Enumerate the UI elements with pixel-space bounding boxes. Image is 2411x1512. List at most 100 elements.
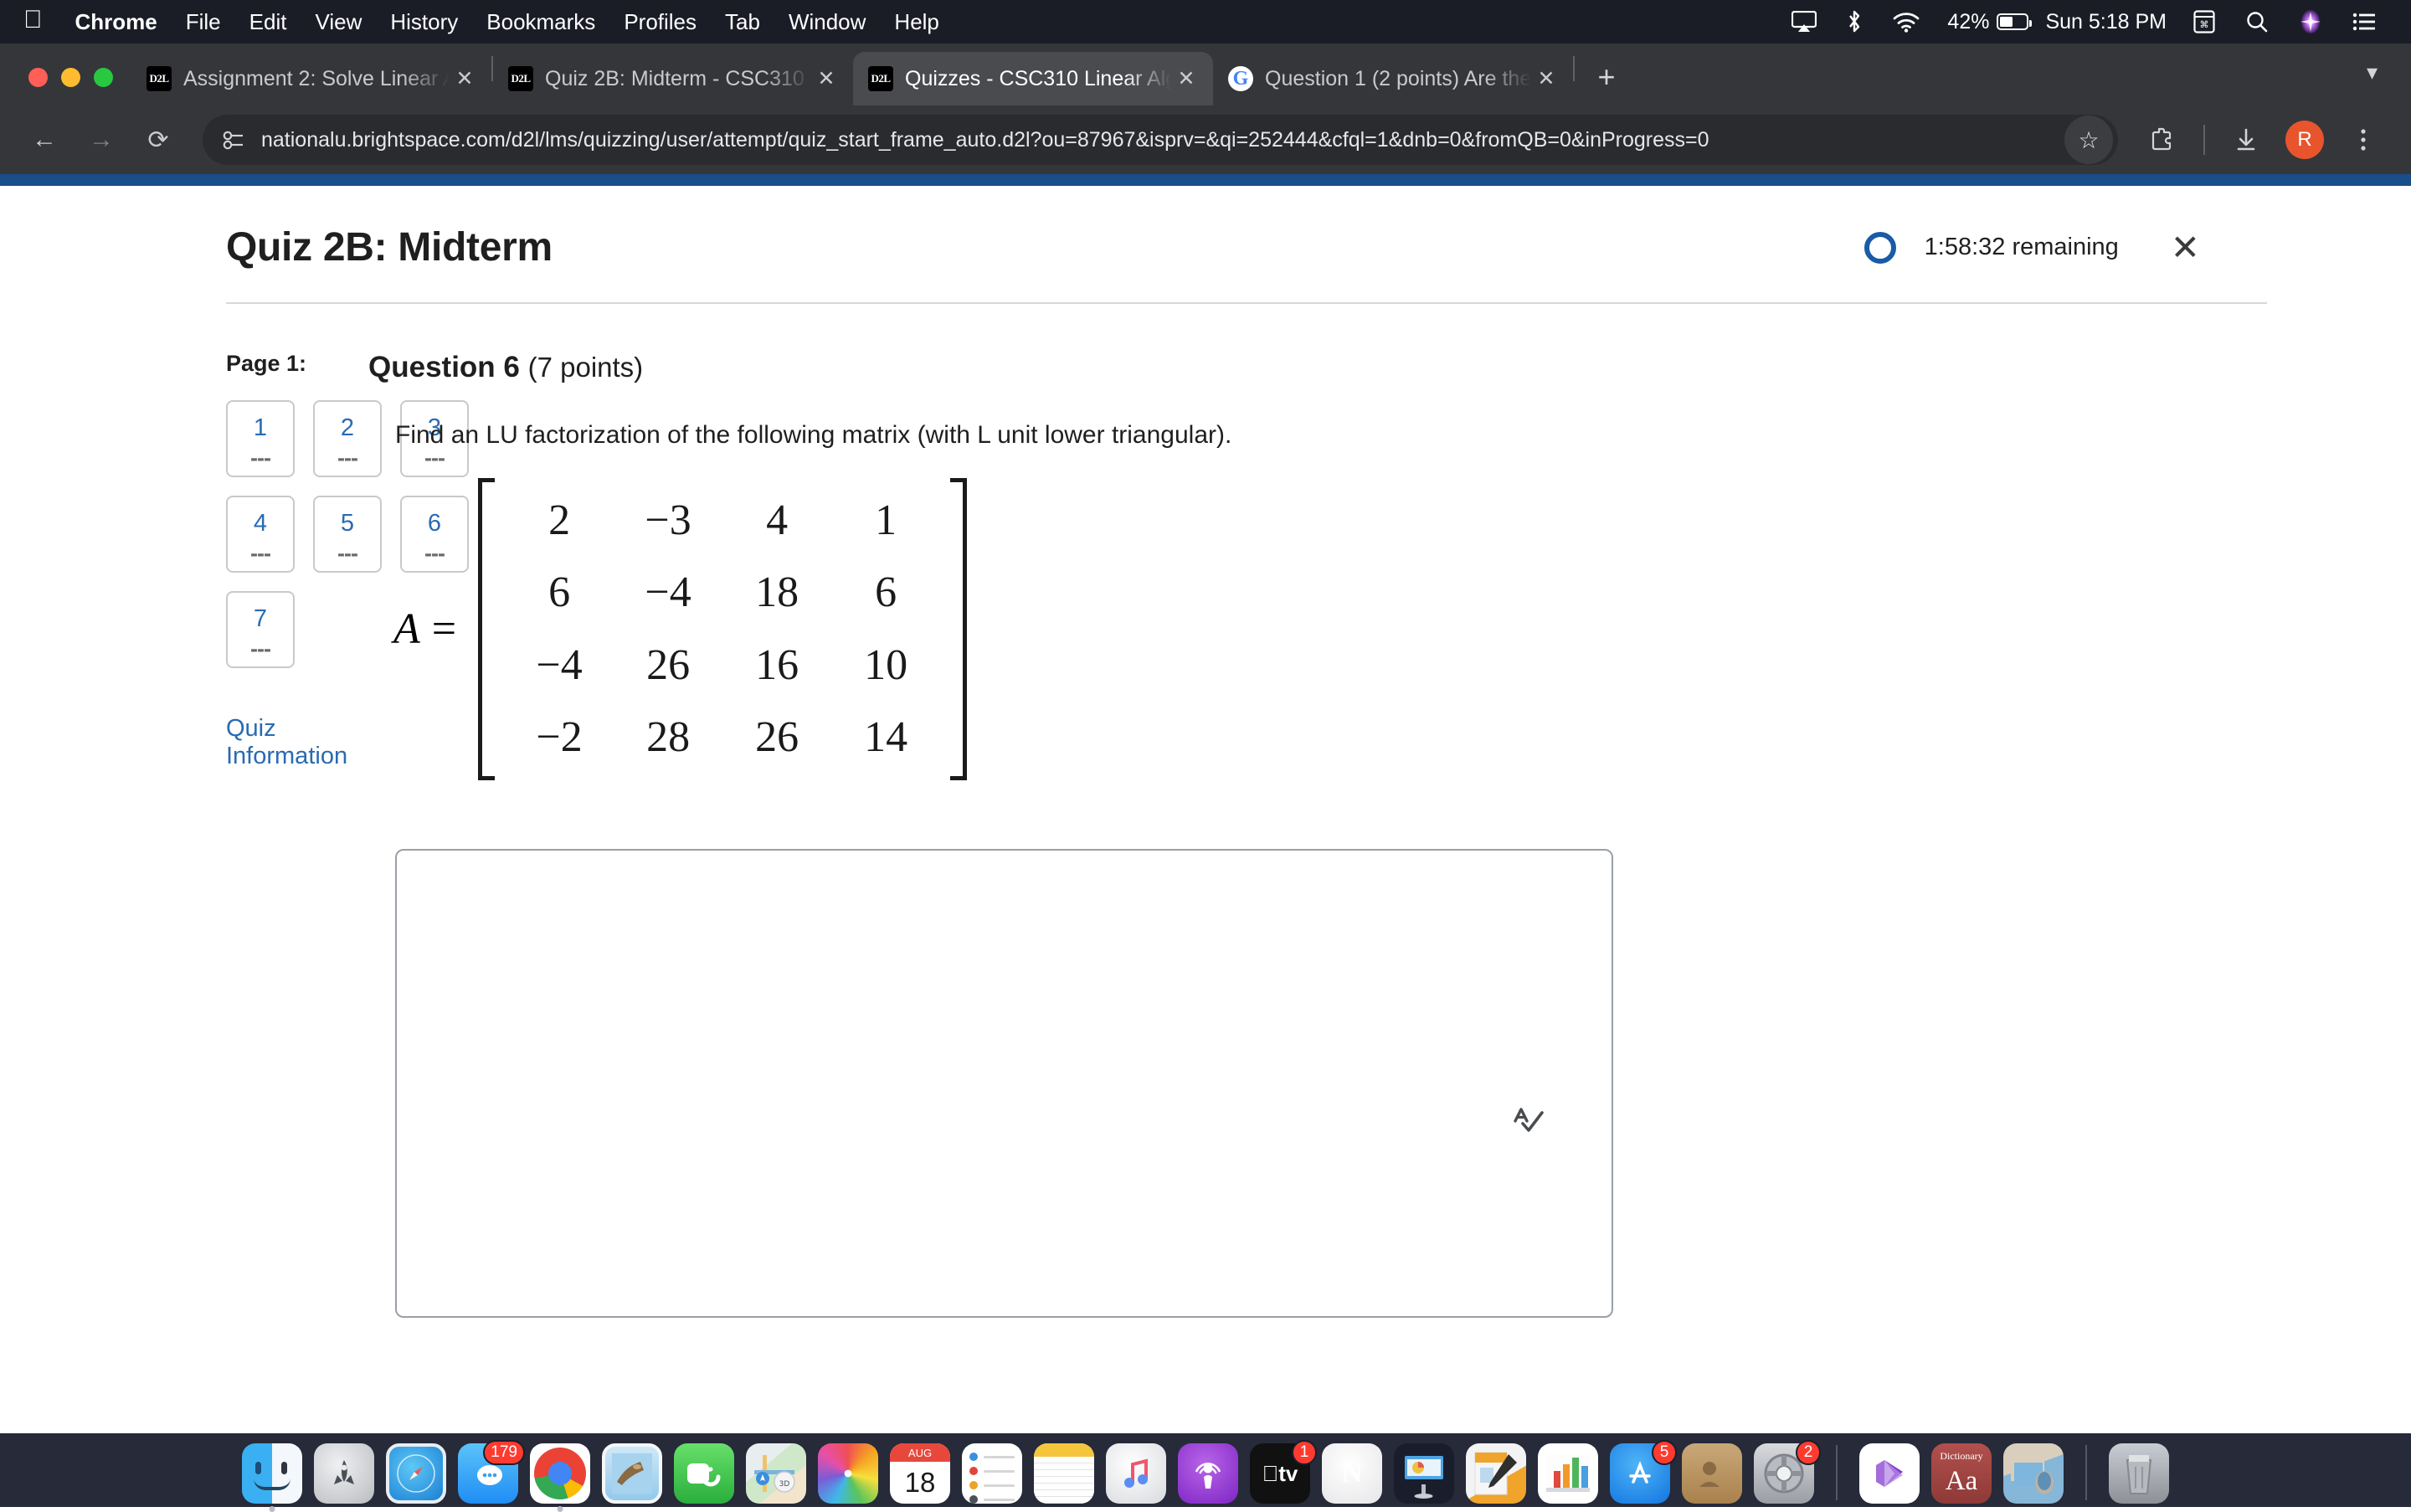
- dock-item-messages[interactable]: 179: [458, 1443, 518, 1504]
- d2l-icon: D2L: [147, 66, 172, 91]
- battery-percent-label: 42%: [1947, 10, 1989, 34]
- visual-studio-icon: [1859, 1443, 1920, 1504]
- badge-count: 179: [483, 1440, 525, 1465]
- dock-items: 179 3D AUG 18: [242, 1443, 2169, 1504]
- notifications-list-icon[interactable]: [2337, 13, 2391, 31]
- menu-bar-status-items: 42% Sun 5:18 PM ⌘: [1776, 9, 2411, 34]
- tab-close-button[interactable]: ✕: [1171, 64, 1201, 94]
- menu-item-profiles[interactable]: Profiles: [609, 9, 711, 35]
- question-navigation-sidebar: Page 1: 1 --- 2 --- 3 --- 4 ---: [0, 351, 368, 1318]
- dock-item-chrome[interactable]: [530, 1443, 590, 1504]
- dock-item-finder[interactable]: [242, 1443, 302, 1504]
- dock-item-safari[interactable]: [386, 1443, 446, 1504]
- quiz-information-link[interactable]: Quiz Information: [226, 715, 368, 770]
- search-icon[interactable]: [2230, 10, 2284, 33]
- tab-title: Quiz 2B: Midterm - CSC310 L: [545, 67, 811, 91]
- spellcheck-icon[interactable]: [1509, 1102, 1548, 1140]
- quiz-header-right: 1:58:32 remaining ✕: [1864, 227, 2344, 268]
- news-label: N: [1342, 1458, 1363, 1489]
- new-tab-button[interactable]: +: [1583, 54, 1630, 100]
- puzzle-icon[interactable]: [2138, 116, 2187, 164]
- dock-item-facetime[interactable]: [674, 1443, 734, 1504]
- photos-icon: [818, 1443, 878, 1504]
- forward-button[interactable]: →: [75, 114, 127, 166]
- minimize-window-button[interactable]: [61, 68, 80, 87]
- dock-item-mail[interactable]: [602, 1443, 662, 1504]
- browser-tab-2[interactable]: D2L Quiz 2B: Midterm - CSC310 L ✕: [493, 52, 853, 105]
- menu-item-chrome[interactable]: Chrome: [61, 9, 172, 35]
- dock-item-podcasts[interactable]: [1178, 1443, 1238, 1504]
- tab-close-button[interactable]: ✕: [811, 64, 841, 94]
- close-window-button[interactable]: [28, 68, 48, 87]
- dock-item-contacts[interactable]: [1682, 1443, 1742, 1504]
- question-number: 2: [341, 414, 354, 442]
- apple-logo-icon[interactable]: : [23, 8, 61, 36]
- google-icon: G: [1228, 66, 1253, 91]
- matrix-cell-r4c2: 28: [614, 702, 722, 774]
- dock-item-trash[interactable]: [2109, 1443, 2169, 1504]
- browser-tab-1[interactable]: D2L Assignment 2: Solve Linear A ✕: [131, 52, 491, 105]
- browser-tab-4[interactable]: G Question 1 (2 points) Are the v ✕: [1213, 52, 1573, 105]
- bluetooth-icon[interactable]: [1832, 9, 1877, 34]
- wifi-icon[interactable]: [1877, 11, 1935, 33]
- dock-item-photos[interactable]: [818, 1443, 878, 1504]
- maximize-window-button[interactable]: [94, 68, 113, 87]
- control-center-icon[interactable]: ⌘: [2178, 10, 2230, 33]
- browser-tab-3-active[interactable]: D2L Quizzes - CSC310 Linear Alge ✕: [853, 52, 1213, 105]
- dock-divider: [1836, 1445, 1838, 1500]
- dock-item-launchpad[interactable]: [314, 1443, 374, 1504]
- menu-item-help[interactable]: Help: [880, 9, 953, 35]
- menu-item-window[interactable]: Window: [774, 9, 880, 35]
- clock[interactable]: Sun 5:18 PM: [2033, 10, 2178, 34]
- menu-item-history[interactable]: History: [376, 9, 472, 35]
- dock-item-apple-tv[interactable]: tv 1: [1250, 1443, 1310, 1504]
- tab-divider: [1573, 56, 1575, 81]
- question-nav-1[interactable]: 1 ---: [226, 400, 295, 477]
- tab-close-button[interactable]: ✕: [450, 64, 480, 94]
- menu-item-tab[interactable]: Tab: [711, 9, 774, 35]
- dock-item-pages[interactable]: [1466, 1443, 1526, 1504]
- question-status: ---: [250, 549, 270, 558]
- safari-icon: [386, 1443, 446, 1504]
- calendar-day-label: 18: [890, 1462, 950, 1504]
- dock-item-reminders[interactable]: [962, 1443, 1022, 1504]
- dock-item-visual-studio[interactable]: [1859, 1443, 1920, 1504]
- back-button[interactable]: ←: [18, 114, 70, 166]
- matrix-equation: A = 2 −3 4 1 6 −4 18 6 −4 26 16 10 −2: [368, 478, 2411, 780]
- dock-item-keynote[interactable]: [1394, 1443, 1454, 1504]
- airplay-icon[interactable]: [1776, 11, 1832, 33]
- dock-item-maps[interactable]: 3D: [746, 1443, 806, 1504]
- tab-close-button[interactable]: ✕: [1531, 64, 1561, 94]
- dock-item-news[interactable]: N: [1322, 1443, 1382, 1504]
- battery-icon: [1997, 13, 2028, 30]
- dock-item-numbers[interactable]: [1538, 1443, 1598, 1504]
- d2l-icon: D2L: [868, 66, 893, 91]
- menu-item-file[interactable]: File: [172, 9, 235, 35]
- dock-item-system-preferences[interactable]: 2: [1754, 1443, 1814, 1504]
- question-nav-4[interactable]: 4 ---: [226, 496, 295, 573]
- close-quiz-button[interactable]: ✕: [2171, 227, 2200, 268]
- star-icon[interactable]: ☆: [2064, 116, 2113, 164]
- question-nav-7[interactable]: 7 ---: [226, 591, 295, 668]
- menu-item-edit[interactable]: Edit: [235, 9, 301, 35]
- page-info-icon[interactable]: [221, 129, 246, 151]
- tab-title: Question 1 (2 points) Are the v: [1265, 67, 1531, 91]
- dock-item-calendar[interactable]: AUG 18: [890, 1443, 950, 1504]
- download-icon[interactable]: [2222, 116, 2270, 164]
- siri-icon[interactable]: [2284, 9, 2337, 34]
- reload-button[interactable]: ⟳: [132, 114, 184, 166]
- battery-indicator[interactable]: 42%: [1935, 10, 2033, 34]
- kebab-menu-icon[interactable]: [2339, 116, 2388, 164]
- menu-item-view[interactable]: View: [301, 9, 376, 35]
- chevron-down-icon[interactable]: ▾: [2353, 53, 2391, 92]
- dock-item-preview[interactable]: [2003, 1443, 2064, 1504]
- dock-item-notes[interactable]: [1034, 1443, 1094, 1504]
- profile-avatar[interactable]: R: [2285, 121, 2324, 159]
- badge-count: 1: [1292, 1440, 1317, 1465]
- dock-item-dictionary[interactable]: Dictionary Aa: [1931, 1443, 1992, 1504]
- menu-item-bookmarks[interactable]: Bookmarks: [472, 9, 609, 35]
- answer-input-area[interactable]: [395, 849, 1613, 1318]
- dock-item-music[interactable]: [1106, 1443, 1166, 1504]
- dock-item-app-store[interactable]: 5: [1610, 1443, 1670, 1504]
- address-bar[interactable]: nationalu.brightspace.com/d2l/lms/quizzi…: [203, 115, 2118, 165]
